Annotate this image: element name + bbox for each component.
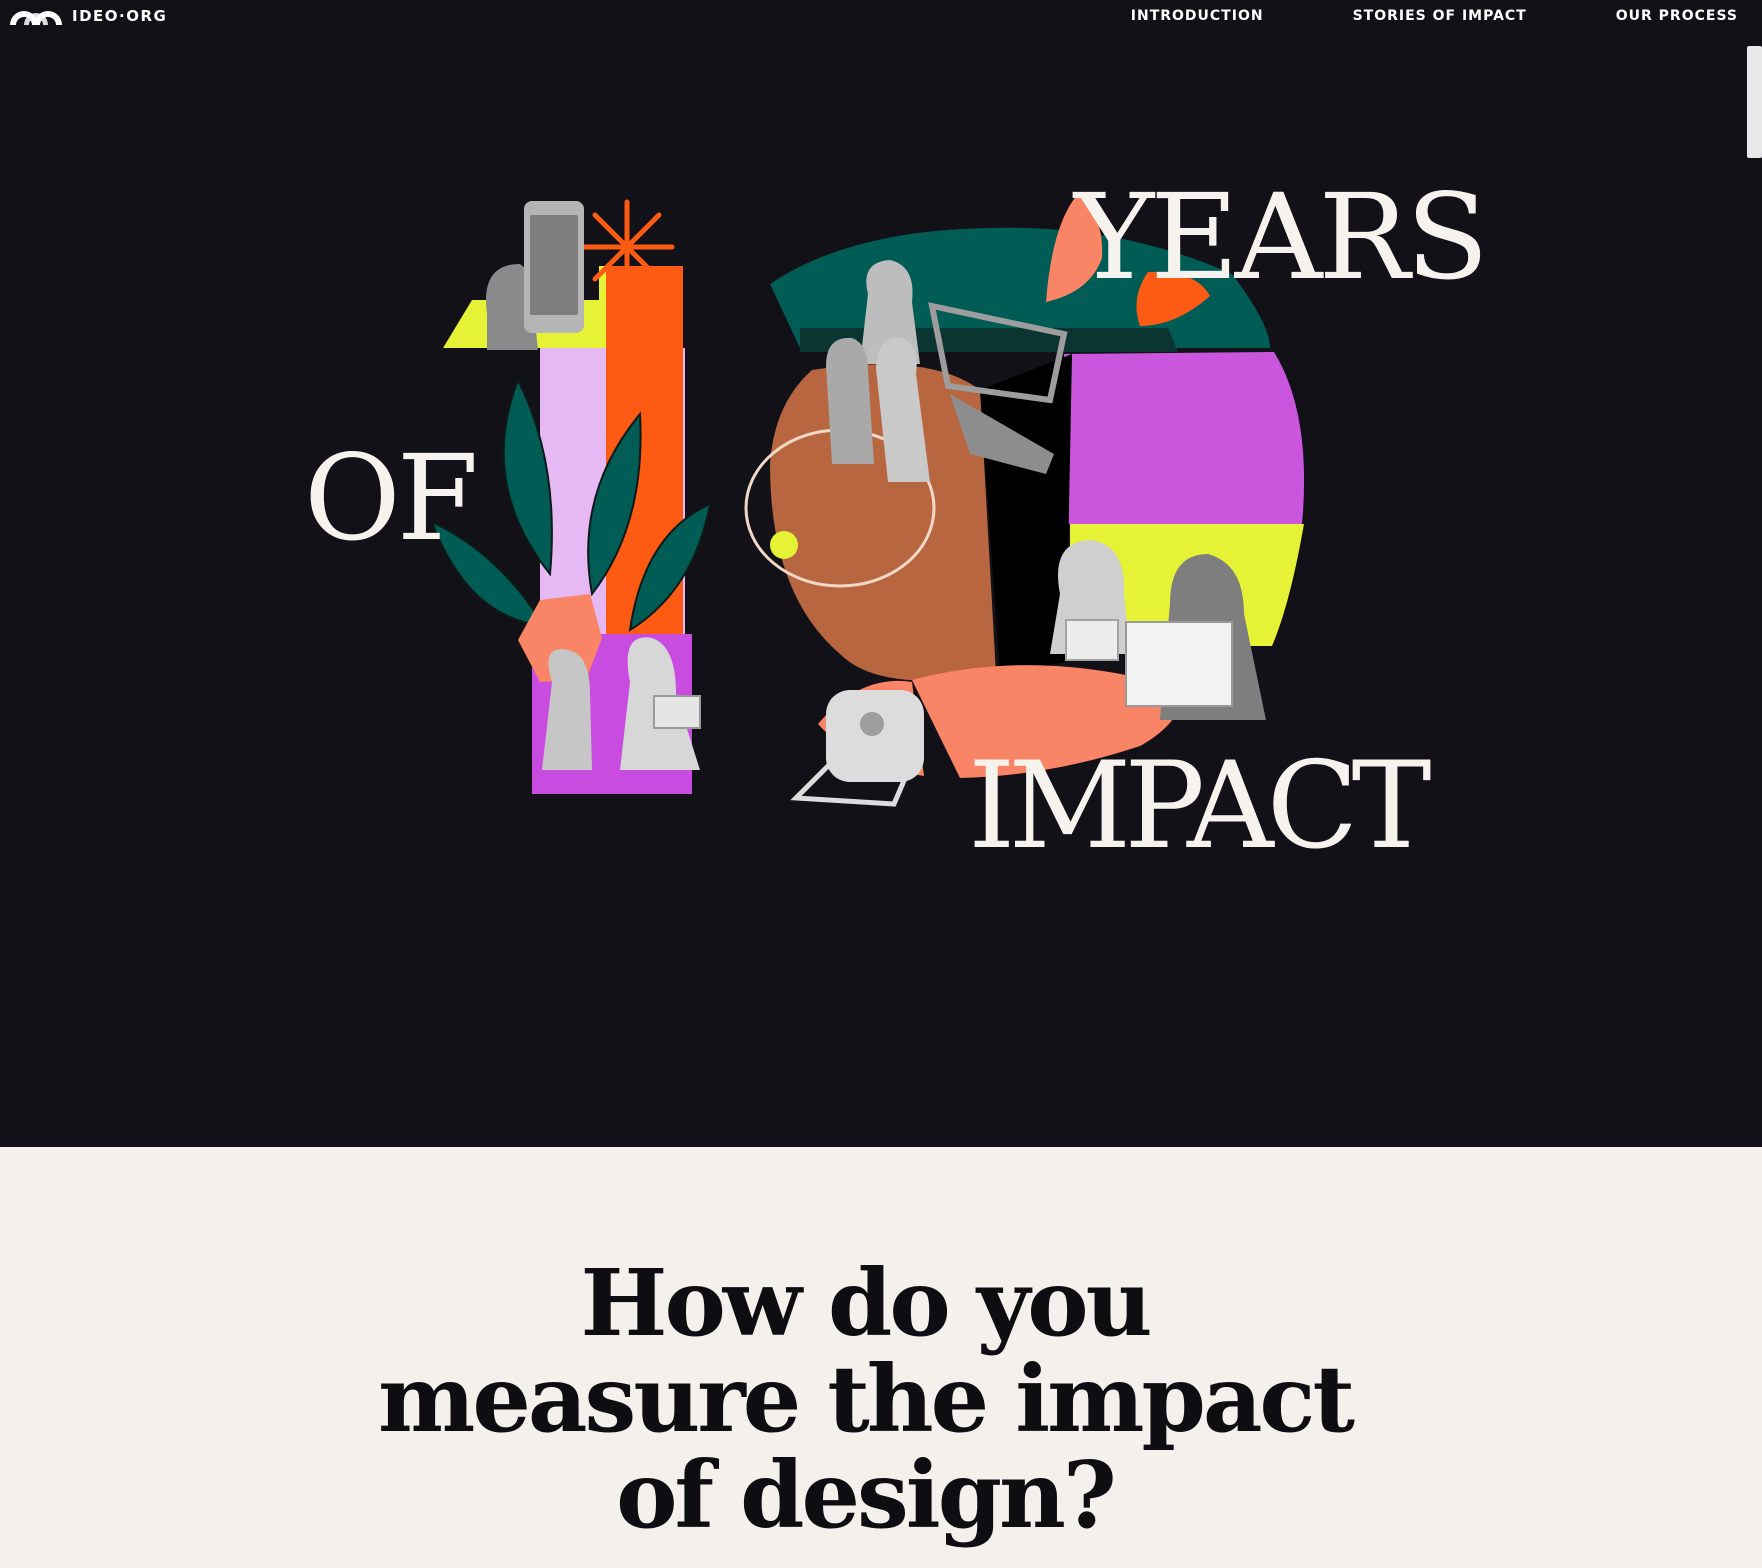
nav-stories-of-impact[interactable]: STORIES OF IMPACT [1353, 8, 1527, 24]
question-line: measure the impact [378, 1345, 1355, 1453]
ideo-org-logo-icon [10, 11, 62, 25]
nav-introduction[interactable]: INTRODUCTION [1131, 8, 1264, 24]
question-line: How do you [580, 1249, 1153, 1357]
intro-question-heading: How do you measure the impact of design? [0, 1255, 1730, 1543]
scrollbar-track[interactable] [1746, 46, 1762, 1147]
logo-text: IDEO·ORG [72, 7, 168, 25]
hero-word-impact: IMPACT [968, 737, 1432, 876]
nav-our-process[interactable]: OUR PROCESS [1616, 8, 1738, 24]
hero-section: YEARS OF IMPACT [0, 34, 1746, 1147]
hero-word-of: OF [304, 429, 479, 567]
intro-question-section: How do you measure the impact of design? [0, 1147, 1762, 1568]
scrollbar-thumb[interactable] [1747, 46, 1762, 158]
top-nav-bar: IDEO·ORG INTRODUCTION STORIES OF IMPACT … [0, 0, 1762, 34]
question-line: of design? [616, 1441, 1117, 1549]
site-logo-link[interactable]: IDEO·ORG [8, 5, 167, 27]
main-nav: INTRODUCTION STORIES OF IMPACT OUR PROCE… [1131, 8, 1738, 24]
hero-word-years: YEARS [1074, 168, 1489, 306]
